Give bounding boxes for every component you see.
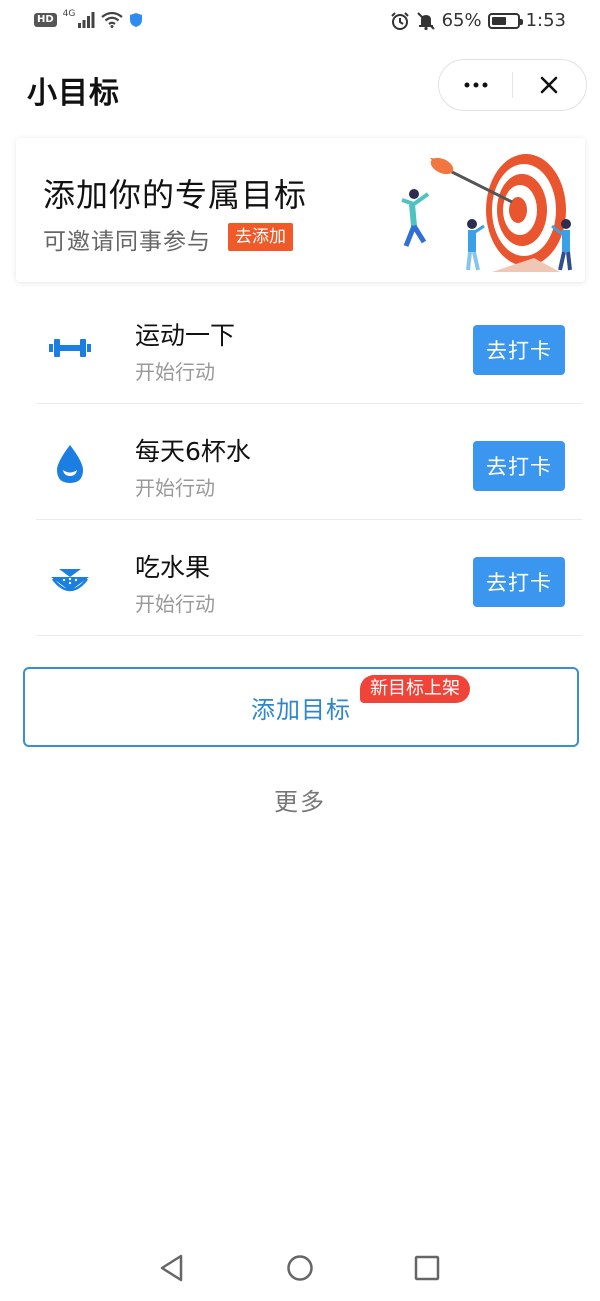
goal-name: 吃水果 xyxy=(135,553,211,582)
home-circle-icon xyxy=(287,1255,313,1281)
water-drop-icon xyxy=(57,445,83,483)
goal-status: 开始行动 xyxy=(135,476,215,500)
banner-subtitle: 可邀请同事参与 xyxy=(43,229,211,255)
goal-status: 开始行动 xyxy=(135,592,215,616)
status-bar: HD 4G 65% 1:53 xyxy=(0,0,600,44)
goal-name: 运动一下 xyxy=(135,321,236,350)
goal-status: 开始行动 xyxy=(135,360,215,384)
title-bar: 小目标 xyxy=(0,52,600,118)
close-icon xyxy=(541,76,558,94)
banner-add-button[interactable]: 去添加 xyxy=(228,223,293,251)
status-left: HD 4G xyxy=(34,9,143,28)
nav-recents-button[interactable] xyxy=(407,1248,447,1288)
checkin-button[interactable]: 去打卡 xyxy=(473,325,565,375)
network-type: 4G xyxy=(62,9,76,19)
goal-icon-wrap xyxy=(48,326,92,370)
recents-square-icon xyxy=(414,1255,440,1281)
close-button[interactable] xyxy=(513,59,586,111)
goal-name: 每天6杯水 xyxy=(135,437,251,466)
new-goal-badge: 新目标上架 xyxy=(360,675,470,703)
goal-icon-wrap xyxy=(48,558,92,602)
target-illustration xyxy=(401,154,572,272)
menu-capsule xyxy=(438,59,587,111)
more-link[interactable]: 更多 xyxy=(0,782,600,817)
add-goal-button[interactable]: 添加目标 新目标上架 xyxy=(23,667,579,747)
checkin-button[interactable]: 去打卡 xyxy=(473,441,565,491)
system-nav-bar xyxy=(0,1236,600,1301)
status-right: 65% 1:53 xyxy=(390,10,566,31)
more-menu-button[interactable] xyxy=(439,59,512,111)
battery-fill xyxy=(491,16,506,25)
goal-row-exercise: 运动一下 开始行动 去打卡 xyxy=(36,288,582,404)
goal-row-fruit: 吃水果 开始行动 去打卡 xyxy=(36,520,582,636)
battery-percent: 65% xyxy=(441,10,482,31)
hd-badge: HD xyxy=(34,13,57,27)
page-title: 小目标 xyxy=(27,76,120,111)
mute-bell-icon xyxy=(416,11,435,30)
watermelon-icon xyxy=(51,569,89,592)
clock: 1:53 xyxy=(525,10,566,31)
signal-icon xyxy=(78,12,95,28)
battery-icon xyxy=(487,12,523,29)
add-goal-banner[interactable]: 添加你的专属目标 可邀请同事参与 去添加 xyxy=(16,138,585,282)
page: HD 4G 65% 1:53 小目标 添加你的专属目标 可邀请同事参与 去添加 … xyxy=(0,0,600,1301)
goal-icon-wrap xyxy=(48,442,92,486)
banner-title: 添加你的专属目标 xyxy=(43,176,308,214)
nav-back-button[interactable] xyxy=(152,1248,192,1288)
shield-icon xyxy=(130,13,143,27)
goal-row-water: 每天6杯水 开始行动 去打卡 xyxy=(36,404,582,520)
dumbbell-icon xyxy=(49,339,91,357)
checkin-button[interactable]: 去打卡 xyxy=(473,557,565,607)
alarm-icon xyxy=(390,11,409,30)
nav-home-button[interactable] xyxy=(280,1248,320,1288)
back-triangle-icon xyxy=(160,1254,183,1282)
add-goal-label: 添加目标 xyxy=(251,695,351,724)
wifi-icon xyxy=(101,12,124,28)
more-dots-icon xyxy=(464,82,487,88)
